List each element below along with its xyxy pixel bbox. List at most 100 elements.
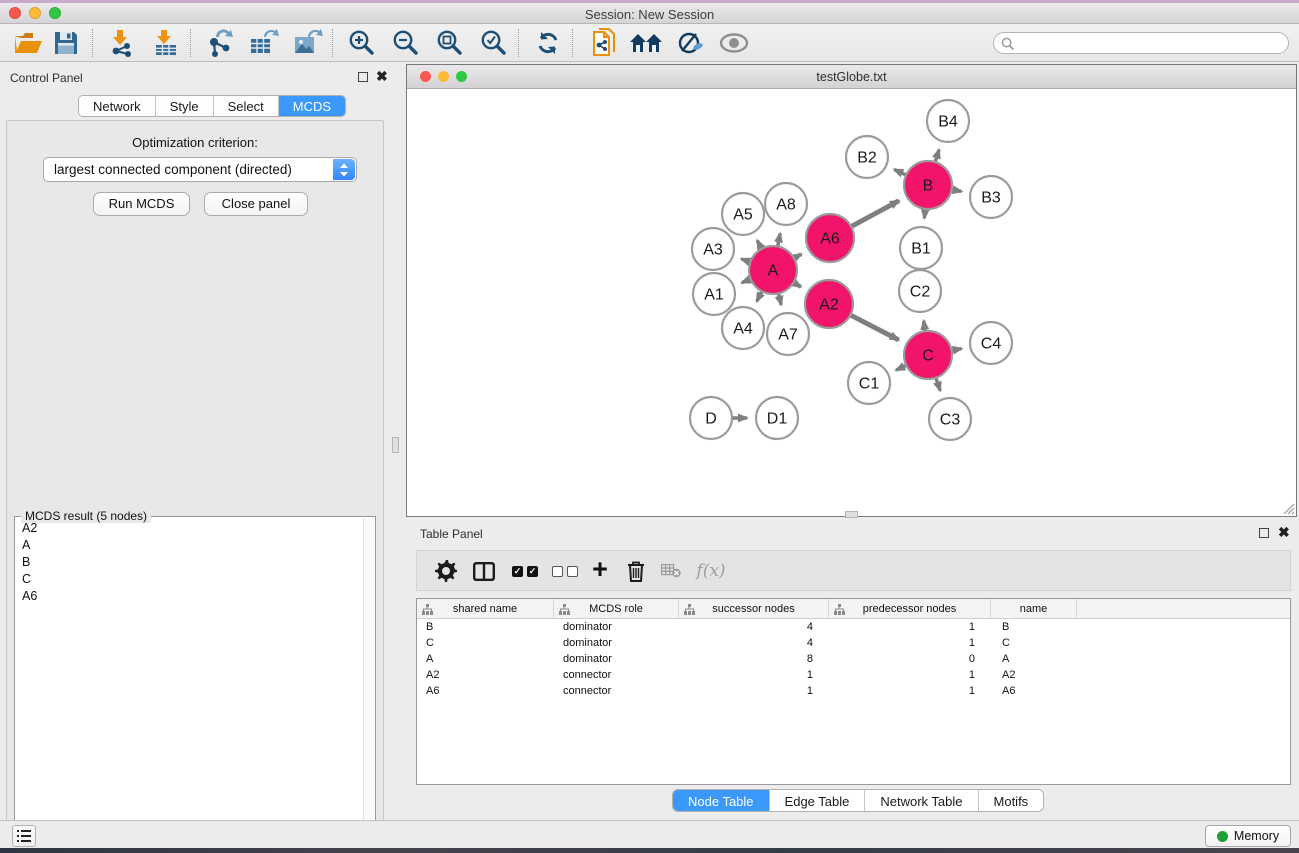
deselect-all-icon[interactable] [549,554,581,588]
save-session-icon[interactable] [48,26,84,60]
search-input[interactable] [1018,34,1282,52]
add-column-icon[interactable]: + [585,554,615,588]
close-panel-button[interactable]: Close panel [204,192,308,216]
optimization-criterion-label: Optimization criterion: [7,135,383,150]
node-B3[interactable]: B3 [970,176,1012,218]
edge-A2-C[interactable] [849,314,899,340]
settings-gear-icon[interactable] [431,554,461,588]
column-header-label: name [1020,603,1048,615]
node-C2[interactable]: C2 [899,270,941,312]
run-mcds-button[interactable]: Run MCDS [93,192,190,216]
column-header-shared-name[interactable]: shared name [417,599,554,619]
table-row[interactable]: Cdominator41C [417,635,1290,651]
delete-table-icon[interactable] [657,554,685,588]
float-table-panel-icon[interactable] [1259,528,1269,538]
refresh-icon[interactable] [530,26,566,60]
column-header-name[interactable]: name [991,599,1077,619]
tab-mcds[interactable]: MCDS [279,96,345,117]
mcds-result-box: MCDS result (5 nodes) A2ABCA6 [14,516,376,853]
zoom-selected-icon[interactable] [476,26,512,60]
task-history-button[interactable] [12,825,36,847]
node-A3[interactable]: A3 [692,228,734,270]
select-all-icon[interactable]: ✓✓ [509,554,541,588]
node-C1[interactable]: C1 [848,362,890,404]
horizontal-split-handle[interactable] [845,511,858,518]
column-header-MCDS-role[interactable]: MCDS role [554,599,679,619]
column-header-successor-nodes[interactable]: successor nodes [679,599,829,619]
cell-successor_nodes: 1 [679,667,829,683]
table-row[interactable]: A6connector11A6 [417,683,1290,699]
tab-edge-table[interactable]: Edge Table [770,790,866,812]
tab-style[interactable]: Style [156,96,214,117]
criterion-dropdown[interactable]: largest connected component (directed) [43,157,357,182]
tab-motifs[interactable]: Motifs [979,790,1044,812]
memory-label: Memory [1234,829,1279,843]
export-network-icon[interactable] [202,26,238,60]
node-label: B1 [911,241,931,258]
node-A5[interactable]: A5 [722,193,764,235]
node-B2[interactable]: B2 [846,136,888,178]
search-box[interactable] [993,32,1289,54]
node-A1[interactable]: A1 [693,273,735,315]
function-builder-icon[interactable]: f(x) [691,554,731,588]
network-file-icon[interactable] [586,26,622,60]
zoom-fit-icon[interactable] [432,26,468,60]
delete-column-trash-icon[interactable] [621,554,651,588]
import-table-icon[interactable] [148,26,184,60]
zoom-out-icon[interactable] [388,26,424,60]
node-C[interactable]: C [904,331,952,379]
node-label: D [705,411,717,428]
close-panel-icon[interactable]: ✖ [376,68,388,84]
cell-successor_nodes: 4 [679,619,829,635]
node-A2[interactable]: A2 [805,280,853,328]
import-network-icon[interactable] [104,26,140,60]
table-row[interactable]: Bdominator41B [417,619,1290,635]
hide-details-icon[interactable] [672,26,708,60]
tab-network-table[interactable]: Network Table [865,790,978,812]
node-A8[interactable]: A8 [765,183,807,225]
result-item[interactable]: A6 [16,588,364,605]
float-panel-icon[interactable] [358,72,368,82]
tab-network[interactable]: Network [79,96,156,117]
node-B1[interactable]: B1 [900,227,942,269]
table-row[interactable]: Adominator80A [417,651,1290,667]
result-item[interactable]: C [16,571,364,588]
cell-shared_name: A [417,651,554,667]
edge-A6-B[interactable] [849,201,899,228]
export-image-icon[interactable] [290,26,326,60]
zoom-in-icon[interactable] [344,26,380,60]
node-A7[interactable]: A7 [767,313,809,355]
node-label: B2 [857,150,877,167]
result-item[interactable]: B [16,554,364,571]
node-D1[interactable]: D1 [756,397,798,439]
memory-button[interactable]: Memory [1205,825,1291,847]
result-item[interactable]: A2 [16,520,364,537]
node-D[interactable]: D [690,397,732,439]
tab-select[interactable]: Select [214,96,279,117]
node-A4[interactable]: A4 [722,307,764,349]
column-view-icon[interactable] [469,554,499,588]
vertical-split-handle[interactable] [392,437,399,453]
result-item[interactable]: A [16,537,364,554]
home-icon[interactable] [628,26,664,60]
node-table[interactable]: shared nameMCDS rolesuccessor nodesprede… [416,598,1291,785]
toolbar-separator [332,29,333,57]
export-table-icon[interactable] [246,26,282,60]
close-table-panel-icon[interactable]: ✖ [1278,524,1290,540]
table-row[interactable]: A2connector11A2 [417,667,1290,683]
cell-name: A6 [991,683,1077,699]
node-A6[interactable]: A6 [806,214,854,262]
node-C4[interactable]: C4 [970,322,1012,364]
node-C3[interactable]: C3 [929,398,971,440]
node-B4[interactable]: B4 [927,100,969,142]
tab-node-table[interactable]: Node Table [673,790,770,812]
resize-grip-icon[interactable] [1281,501,1295,515]
network-canvas[interactable]: A A1 A2 A3 A4 A5 A6 A7 A8 B B1 B2 B3B4 C C1 C2 C3 C4 D D1 [407,89,1296,516]
node-label: C [922,348,934,365]
show-details-eye-icon[interactable] [716,26,752,60]
column-header-predecessor-nodes[interactable]: predecessor nodes [829,599,991,619]
node-A[interactable]: A [749,246,797,294]
open-session-icon[interactable] [10,26,46,60]
result-scrollbar[interactable] [363,518,374,853]
node-B[interactable]: B [904,161,952,209]
